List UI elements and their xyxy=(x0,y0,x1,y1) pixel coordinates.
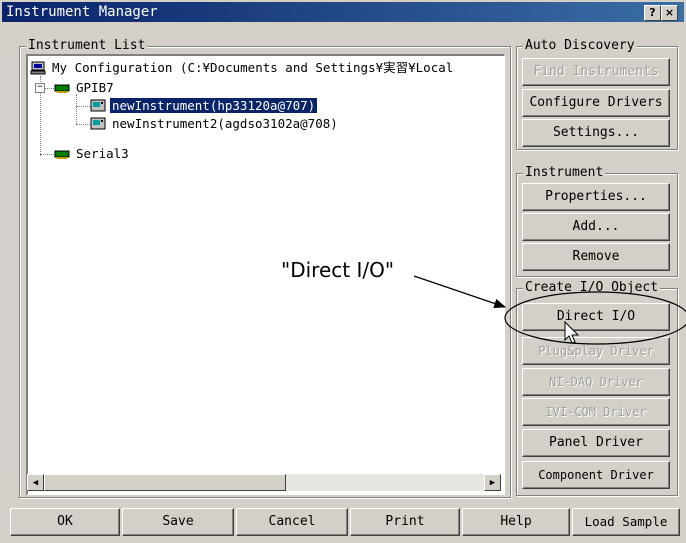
tree-line xyxy=(40,154,54,155)
instrument-legend: Instrument xyxy=(523,165,606,180)
tree-node-serial[interactable]: Serial3 xyxy=(54,146,131,162)
cancel-button[interactable]: Cancel xyxy=(236,508,348,536)
tree-line xyxy=(76,94,77,124)
tree-node-gpib[interactable]: GPIB7 xyxy=(54,80,116,96)
tree-node-instr1[interactable]: newInstrument(hp33120a@707) xyxy=(90,97,319,114)
create-io-legend: Create I/O Object xyxy=(523,280,661,295)
tree-line xyxy=(76,106,90,107)
gpib-card-icon xyxy=(54,84,70,93)
ivi-com-driver-button[interactable]: IVI-COM Driver xyxy=(522,398,670,426)
save-button[interactable]: Save xyxy=(122,508,234,536)
component-driver-button[interactable]: Component Driver xyxy=(522,461,670,489)
plug-and-play-driver-button[interactable]: Plug&play Driver xyxy=(522,337,670,365)
tree-line xyxy=(76,124,90,125)
direct-io-annotation-label: "Direct I/O" xyxy=(281,258,395,282)
ok-button[interactable]: OK xyxy=(10,508,120,536)
instrument-list-legend: Instrument List xyxy=(26,38,148,53)
scroll-right-icon[interactable]: ▶ xyxy=(484,474,501,491)
load-sample-button[interactable]: Load Sample xyxy=(572,508,680,536)
find-instruments-button[interactable]: Find Instruments xyxy=(522,58,670,86)
window-title: Instrument Manager xyxy=(6,4,158,20)
collapse-toggle[interactable]: − xyxy=(35,83,45,93)
help-button[interactable]: Help xyxy=(462,508,570,536)
tree-node-root[interactable]: My Configuration (C:¥Documents and Setti… xyxy=(30,60,455,76)
close-title-button[interactable]: × xyxy=(661,5,678,21)
print-button[interactable]: Print xyxy=(350,508,460,536)
scroll-thumb[interactable] xyxy=(44,474,286,491)
help-title-button[interactable]: ? xyxy=(644,5,661,21)
horizontal-scrollbar[interactable]: ◀ ▶ xyxy=(27,474,501,491)
panel-driver-button[interactable]: Panel Driver xyxy=(522,429,670,457)
properties-button[interactable]: Properties... xyxy=(522,183,670,211)
instrument-icon xyxy=(90,117,106,130)
auto-discovery-legend: Auto Discovery xyxy=(523,38,637,53)
instrument-tree[interactable]: − My Configuration (C:¥Documents and Set… xyxy=(26,54,505,495)
serial-card-icon xyxy=(54,150,70,159)
tree-node-instr2[interactable]: newInstrument2(agdso3102a@708) xyxy=(90,116,340,132)
remove-button[interactable]: Remove xyxy=(522,243,670,271)
direct-io-button[interactable]: Direct I/O xyxy=(522,303,670,331)
configure-drivers-button[interactable]: Configure Drivers xyxy=(522,89,670,117)
scroll-left-icon[interactable]: ◀ xyxy=(27,474,44,491)
computer-icon xyxy=(30,61,46,75)
instrument-manager-window: Instrument Manager ? × Instrument List −… xyxy=(0,0,686,543)
settings-button[interactable]: Settings... xyxy=(522,119,670,147)
ni-daq-driver-button[interactable]: NI-DAQ Driver xyxy=(522,368,670,396)
instrument-icon xyxy=(90,99,106,112)
title-bar[interactable]: Instrument Manager ? × xyxy=(2,2,684,22)
add-button[interactable]: Add... xyxy=(522,213,670,241)
